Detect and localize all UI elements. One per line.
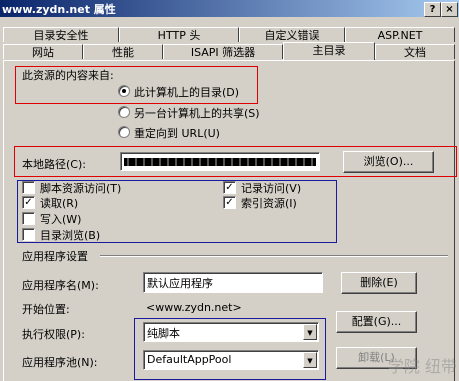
tab-http-headers[interactable]: HTTP 头: [119, 27, 239, 42]
app-settings-divider: [100, 255, 448, 257]
app-settings-heading: 应用程序设置: [22, 250, 88, 263]
tab-home-directory[interactable]: 主目录: [283, 42, 375, 60]
exec-permission-select[interactable]: 纯脚本 ▼: [143, 322, 319, 342]
write-checkbox[interactable]: [22, 212, 35, 225]
app-pool-value: DefaultAppPool: [147, 353, 232, 366]
radio-redirect-url-label[interactable]: 重定向到 URL(U): [134, 125, 220, 141]
script-source-access-checkbox[interactable]: [22, 181, 35, 194]
directory-browsing-label[interactable]: 目录浏览(B): [40, 227, 100, 243]
radio-network-share-label[interactable]: 另一台计算机上的共享(S): [134, 105, 260, 121]
browse-button[interactable]: 浏览(O)...: [343, 151, 434, 173]
exec-permission-label: 执行权限(P):: [22, 328, 85, 341]
app-pool-label: 应用程序池(N):: [22, 356, 98, 369]
tab-directory-security[interactable]: 目录安全性: [3, 27, 119, 42]
help-button[interactable]: ?: [424, 2, 441, 17]
app-pool-select[interactable]: DefaultAppPool ▼: [143, 350, 319, 370]
index-resource-checkbox[interactable]: ✓: [223, 196, 236, 209]
index-resource-label[interactable]: 索引资源(I): [241, 195, 297, 211]
tab-documents[interactable]: 文档: [375, 44, 455, 59]
tab-custom-errors[interactable]: 自定义错误: [239, 27, 345, 42]
app-name-label: 应用程序名(M):: [22, 279, 99, 292]
local-path-label: 本地路径(C):: [22, 158, 86, 171]
redacted-path-scribble: [124, 158, 316, 166]
exec-permission-value: 纯脚本: [147, 327, 180, 340]
chevron-down-icon[interactable]: ▼: [303, 324, 317, 340]
local-path-input[interactable]: [120, 152, 320, 171]
write-label[interactable]: 写入(W): [40, 211, 81, 227]
remove-button[interactable]: 删除(E): [341, 272, 417, 294]
radio-network-share[interactable]: [118, 106, 130, 118]
tab-performance[interactable]: 性能: [83, 44, 163, 59]
start-location-label: 开始位置:: [22, 303, 70, 316]
close-button[interactable]: ×: [441, 2, 458, 17]
read-checkbox[interactable]: ✓: [22, 196, 35, 209]
script-source-access-label[interactable]: 脚本资源访问(T): [40, 180, 121, 196]
tab-asp-net[interactable]: ASP.NET: [345, 27, 455, 42]
app-name-input[interactable]: 默认应用程序: [143, 272, 323, 293]
radio-local-directory[interactable]: [118, 85, 130, 97]
log-visits-checkbox[interactable]: ✓: [223, 181, 236, 194]
tab-isapi-filters[interactable]: ISAPI 筛选器: [163, 44, 283, 59]
log-visits-label[interactable]: 记录访问(V): [241, 180, 301, 196]
radio-redirect-url[interactable]: [118, 126, 130, 138]
configure-button[interactable]: 配置(G)...: [336, 311, 417, 333]
start-location-value: <www.zydn.net>: [146, 301, 242, 314]
read-label[interactable]: 读取(R): [40, 195, 78, 211]
radio-selected-dot: [122, 89, 126, 93]
directory-browsing-checkbox[interactable]: [22, 228, 35, 241]
radio-local-directory-label[interactable]: 此计算机上的目录(D): [134, 84, 239, 100]
window-title: www.zydn.net 属性: [2, 3, 116, 16]
watermark: 学院 纽带: [387, 357, 457, 376]
tab-website[interactable]: 网站: [3, 44, 83, 59]
content-source-heading: 此资源的内容来自:: [22, 69, 114, 82]
chevron-down-icon[interactable]: ▼: [303, 352, 317, 368]
